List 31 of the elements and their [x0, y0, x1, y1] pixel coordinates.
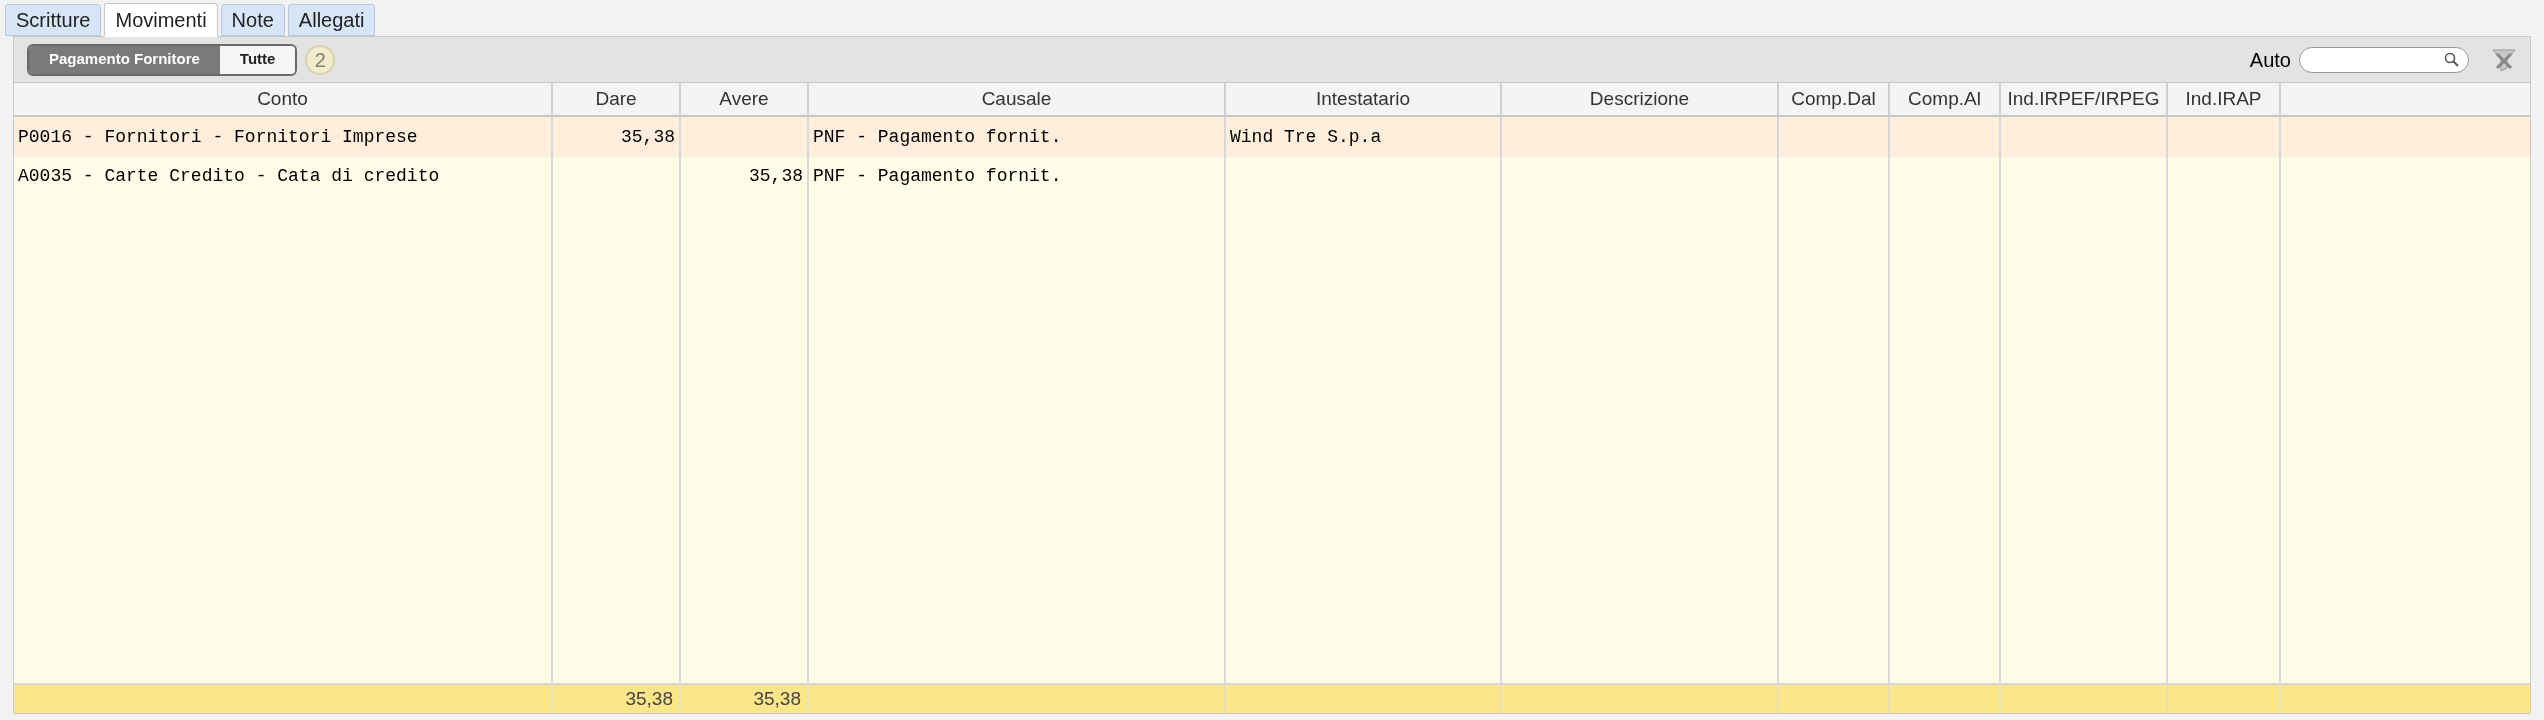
- clear-filter-icon[interactable]: [2491, 47, 2517, 72]
- column-header[interactable]: Descrizione: [1589, 84, 1690, 114]
- count-badge: 2: [305, 44, 336, 75]
- table-cell-text: 35,38: [621, 125, 675, 149]
- column-header[interactable]: Ind.IRPEF/IRPEG: [2007, 84, 2160, 114]
- tab[interactable]: Note: [220, 4, 285, 36]
- total-value: 35,38: [753, 686, 801, 711]
- total-value: 35,38: [625, 686, 673, 711]
- column-header[interactable]: Dare: [595, 84, 637, 114]
- table-cell-text: PNF - Pagamento fornit.: [813, 164, 1062, 188]
- column-header[interactable]: Ind.IRAP: [2185, 84, 2262, 114]
- column-header[interactable]: Conto: [257, 84, 308, 114]
- filter-button[interactable]: Pagamento Fornitore: [29, 45, 220, 74]
- search-label: Auto: [2249, 47, 2291, 73]
- table-row[interactable]: P0016 - Fornitori - Fornitori Imprese 35,38 PNF - Pagamento fornit. Wind Tre S.p.a: [14, 117, 2530, 157]
- table-cell-text: A0035 - Carte Credito - Cata di credito: [18, 164, 440, 188]
- search-icon: [2444, 51, 2460, 68]
- table-cell-text: Wind Tre S.p.a: [1230, 125, 1382, 149]
- column-header[interactable]: Causale: [981, 84, 1052, 114]
- tab[interactable]: Movimenti: [104, 3, 218, 37]
- table-cell-text: PNF - Pagamento fornit.: [813, 125, 1062, 149]
- column-header[interactable]: Intestatario: [1316, 84, 1410, 114]
- column-header[interactable]: Comp.Dal: [1791, 84, 1876, 114]
- table-cell-text: 35,38: [749, 164, 803, 188]
- tab[interactable]: Allegati: [287, 4, 376, 36]
- table-cell-text: P0016 - Fornitori - Fornitori Imprese: [18, 125, 418, 149]
- column-header[interactable]: Comp.Al: [1908, 84, 1981, 114]
- column-header[interactable]: Avere: [719, 84, 769, 114]
- filter-button[interactable]: Tutte: [219, 45, 296, 74]
- tab[interactable]: Scritture: [5, 4, 102, 36]
- search-field[interactable]: [2299, 46, 2469, 73]
